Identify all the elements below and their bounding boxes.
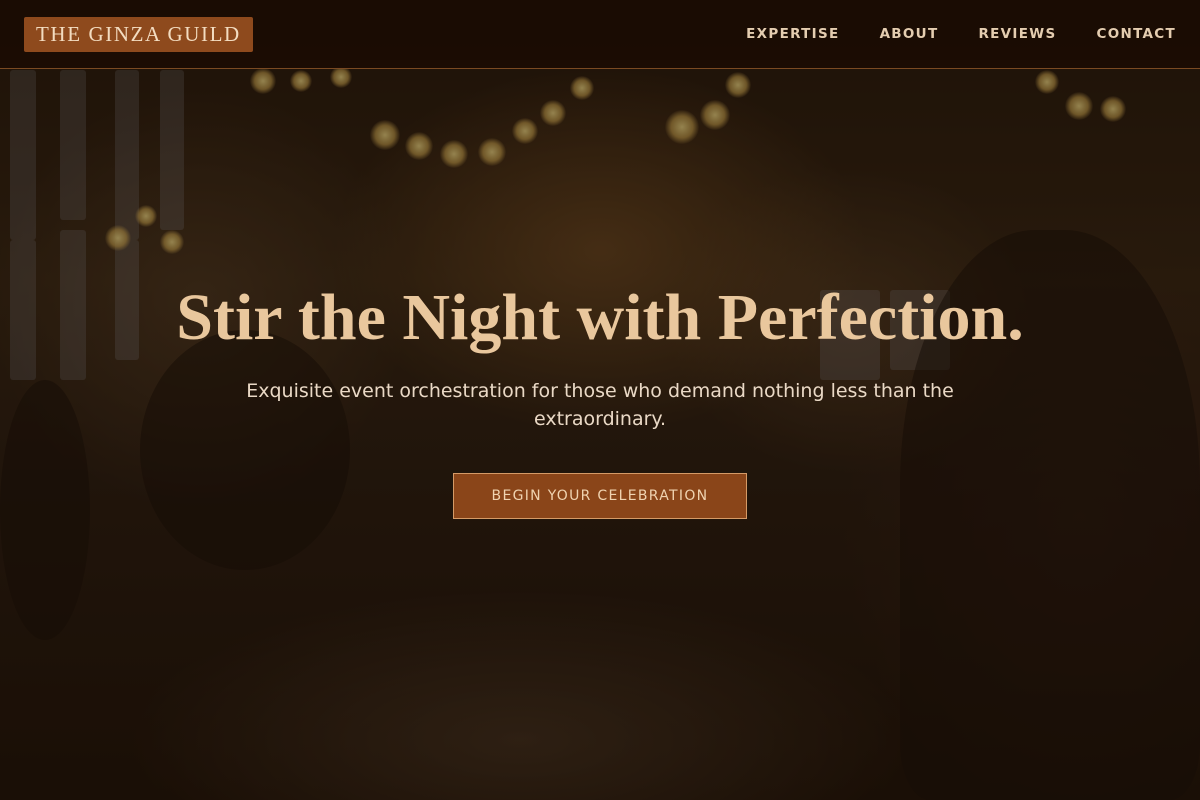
- nav-links: EXPERTISE ABOUT REVIEWS CONTACT: [706, 26, 1176, 42]
- brand-logo[interactable]: THE GINZA GUILD: [24, 16, 253, 52]
- nav-link-expertise[interactable]: EXPERTISE: [746, 26, 839, 42]
- nav-link-reviews[interactable]: REVIEWS: [978, 26, 1056, 42]
- begin-celebration-button[interactable]: BEGIN YOUR CELEBRATION: [453, 473, 747, 519]
- hero-title: Stir the Night with Perfection.: [176, 281, 1024, 354]
- hero-subtitle: Exquisite event orchestration for those …: [246, 380, 954, 430]
- nav-link-contact[interactable]: CONTACT: [1096, 26, 1176, 42]
- nav-link-about[interactable]: ABOUT: [880, 26, 939, 42]
- top-navigation-bar: THE GINZA GUILD EXPERTISE ABOUT REVIEWS …: [0, 0, 1200, 69]
